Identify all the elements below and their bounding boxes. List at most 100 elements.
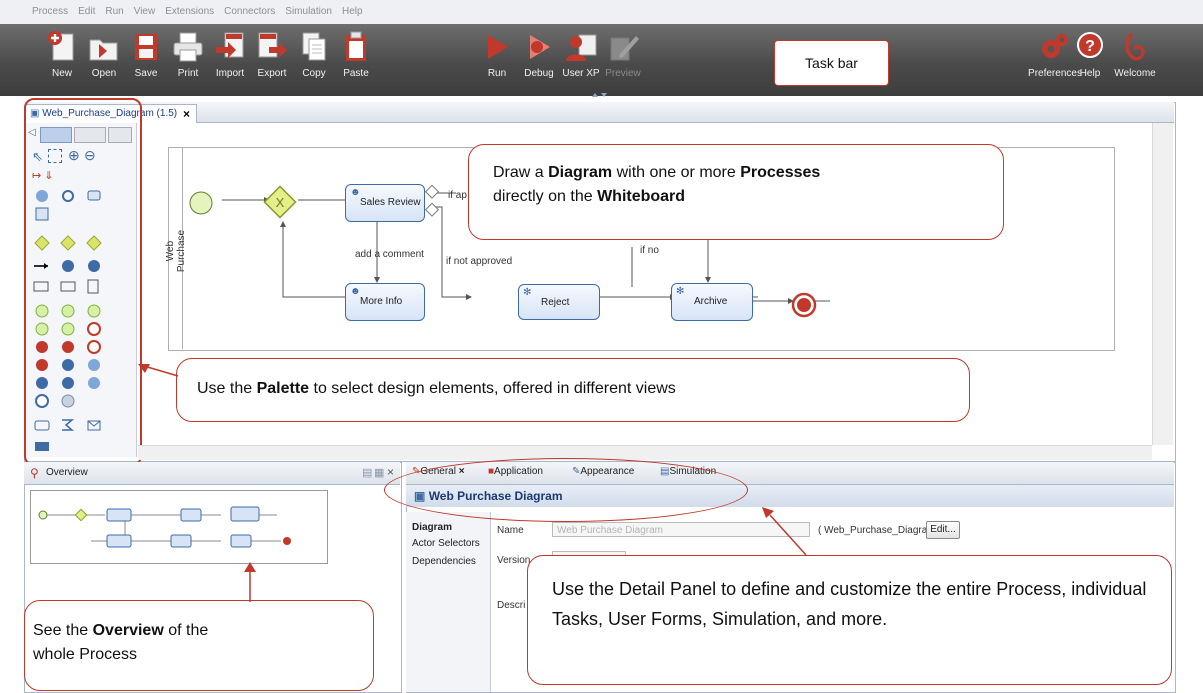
save-button[interactable]: Save <box>122 30 170 79</box>
debug-button[interactable]: Debug <box>515 30 563 79</box>
export-icon <box>258 32 287 58</box>
task-label: Reject <box>541 297 570 308</box>
nav-dependencies[interactable]: Dependencies <box>412 556 476 567</box>
svg-text:?: ? <box>1085 38 1095 55</box>
task-archive[interactable]: ✻ Archive <box>671 283 753 321</box>
task-reject[interactable]: ✻ Reject <box>518 284 600 320</box>
paste-button[interactable]: Paste <box>332 30 380 79</box>
import-button[interactable]: Import <box>206 30 254 79</box>
debug-icon <box>530 35 550 59</box>
paste-label: Paste <box>343 68 369 79</box>
close-icon[interactable]: × <box>387 465 394 479</box>
menu-run[interactable]: Run <box>100 0 128 17</box>
user-xp-icon <box>566 34 597 61</box>
menu-extensions[interactable]: Extensions <box>160 0 219 17</box>
overview-title: Overview <box>46 467 88 478</box>
edit-button[interactable]: Edit... <box>926 521 960 539</box>
toolbar: New Open Save Print Import Export Copy P… <box>0 24 1203 96</box>
open-label: Open <box>91 68 117 79</box>
copy-icon <box>302 32 326 61</box>
run-button[interactable]: Run <box>473 30 521 79</box>
paste-icon <box>346 31 366 61</box>
task-label: Sales Review <box>360 197 421 208</box>
version-label: Version <box>497 555 531 566</box>
flow-label-if-no: if no <box>640 245 659 256</box>
minimize-icon[interactable]: ▤ <box>362 466 372 479</box>
service-task-icon: ✻ <box>676 286 685 297</box>
userxp-label: User XP <box>562 68 600 79</box>
overview-thumbnail[interactable] <box>30 490 328 564</box>
maximize-icon[interactable]: ▦ <box>374 466 384 479</box>
palette-highlight-ring <box>24 98 142 466</box>
import-label: Import <box>215 68 245 79</box>
copy-button[interactable]: Copy <box>290 30 338 79</box>
overview-callout: See the Overview of the whole Process <box>24 600 374 691</box>
copy-label: Copy <box>302 68 326 79</box>
editor-vertical-scrollbar[interactable] <box>1152 123 1173 445</box>
detail-panel-callout: Use the Detail Panel to define and custo… <box>527 555 1172 685</box>
task-label: Archive <box>694 296 728 307</box>
export-button[interactable]: Export <box>248 30 296 79</box>
menu-process[interactable]: Process <box>0 0 73 17</box>
import-icon <box>216 32 244 58</box>
toolbar-collapse-grip[interactable] <box>591 91 609 99</box>
task-label: More Info <box>360 296 403 307</box>
new-label: New <box>51 68 72 79</box>
service-task-icon: ✻ <box>523 287 532 298</box>
flow-label-if-approved: if ap <box>448 190 467 201</box>
help-icon: ? <box>1077 32 1103 58</box>
start-event[interactable] <box>188 190 218 220</box>
task-bar-callout: Task bar <box>774 40 889 86</box>
flow-label-add-comment: add a comment <box>355 249 424 260</box>
menu-edit[interactable]: Edit <box>73 0 100 17</box>
nav-actor-selectors[interactable]: Actor Selectors <box>412 538 480 549</box>
overview-diagram-thumbnail <box>38 506 291 548</box>
open-button[interactable]: Open <box>80 30 128 79</box>
svg-text:X: X <box>276 195 285 210</box>
overview-callout-arrow <box>244 562 256 602</box>
preview-button[interactable]: Preview <box>599 30 647 79</box>
menu-view[interactable]: View <box>129 0 161 17</box>
open-icon <box>89 39 118 61</box>
flow-label-if-not-approved: if not approved <box>446 256 513 267</box>
editor-horizontal-scrollbar[interactable] <box>138 445 1152 460</box>
detail-callout-arrow <box>762 507 807 556</box>
print-label: Print <box>177 68 199 79</box>
save-icon <box>135 34 157 60</box>
save-label: Save <box>134 68 158 79</box>
menu-help[interactable]: Help <box>337 0 368 17</box>
preview-icon <box>610 36 639 61</box>
menu-bar: Process Edit Run View Extensions Connectors Si… <box>0 0 1203 25</box>
exclusive-gateway[interactable]: X <box>262 184 300 222</box>
run-icon <box>488 35 508 59</box>
userxp-button[interactable]: User XP <box>557 30 605 79</box>
export-label: Export <box>257 68 287 79</box>
task-more-info[interactable]: ☻ More Info <box>345 283 425 321</box>
print-button[interactable]: Print <box>164 30 212 79</box>
welcome-button[interactable]: Welcome <box>1106 30 1164 79</box>
run-label: Run <box>487 68 507 79</box>
preview-label: Preview <box>605 68 641 79</box>
close-tab-icon[interactable]: × <box>183 105 190 123</box>
palette-callout-arrow <box>138 364 179 377</box>
welcome-label: Welcome <box>1114 68 1156 79</box>
overview-header: ⚲ Overview ▤ ▦ × <box>24 462 400 485</box>
overview-icon: ⚲ <box>30 466 39 480</box>
menu-connectors[interactable]: Connectors <box>219 0 280 17</box>
print-icon <box>173 32 203 62</box>
name-id: ( Web_Purchase_Diagram ) <box>818 525 942 536</box>
new-button[interactable]: New <box>38 30 86 79</box>
name-label: Name <box>497 525 524 536</box>
help-label: Help <box>1079 68 1101 79</box>
menu-simulation[interactable]: Simulation <box>280 0 337 17</box>
detail-title-highlight-ring <box>384 458 748 522</box>
task-sales-review[interactable]: ☻ Sales Review <box>345 184 425 222</box>
description-label: Descri <box>497 600 526 611</box>
new-icon <box>48 31 74 61</box>
whiteboard-callout: Draw a Diagram with one or more Processe… <box>468 144 1004 240</box>
palette-callout: Use the Palette to select design element… <box>176 358 970 422</box>
nav-diagram[interactable]: Diagram <box>412 522 452 533</box>
end-event[interactable] <box>790 291 820 321</box>
bonita-logo-icon <box>1125 32 1145 61</box>
user-task-icon: ☻ <box>350 286 361 297</box>
